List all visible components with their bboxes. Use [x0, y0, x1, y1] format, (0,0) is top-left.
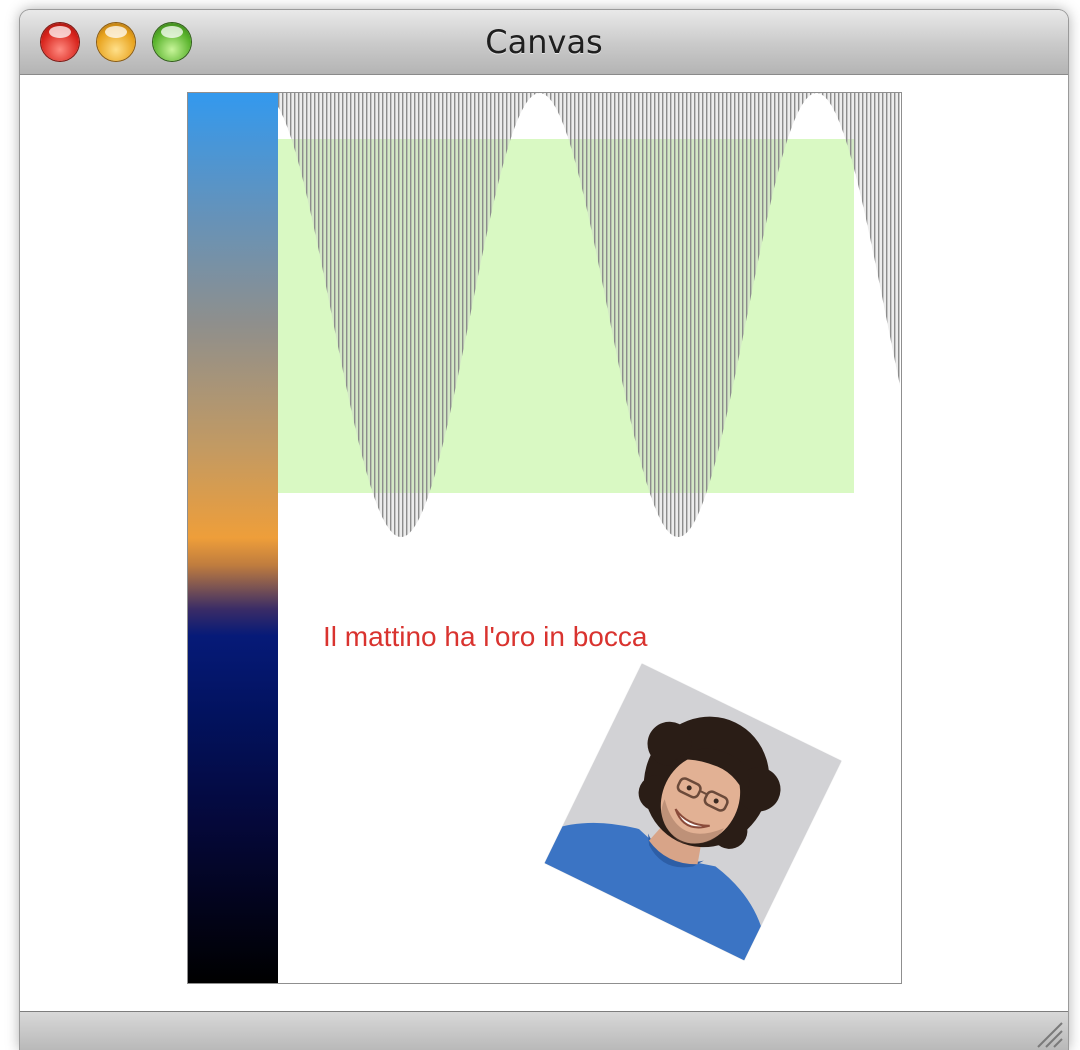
title-bar[interactable]: Canvas: [20, 10, 1068, 75]
window-content: Il mattino ha l'oro in bocca: [20, 75, 1068, 1010]
drawing-canvas[interactable]: Il mattino ha l'oro in bocca: [187, 92, 902, 984]
status-bar: [20, 1011, 1068, 1050]
canvas-window: Canvas Il mattino ha l'oro in bocca: [20, 10, 1068, 1050]
resize-grip-icon[interactable]: [1030, 1015, 1064, 1049]
window-title: Canvas: [485, 23, 603, 61]
caption-text: Il mattino ha l'oro in bocca: [323, 621, 648, 652]
